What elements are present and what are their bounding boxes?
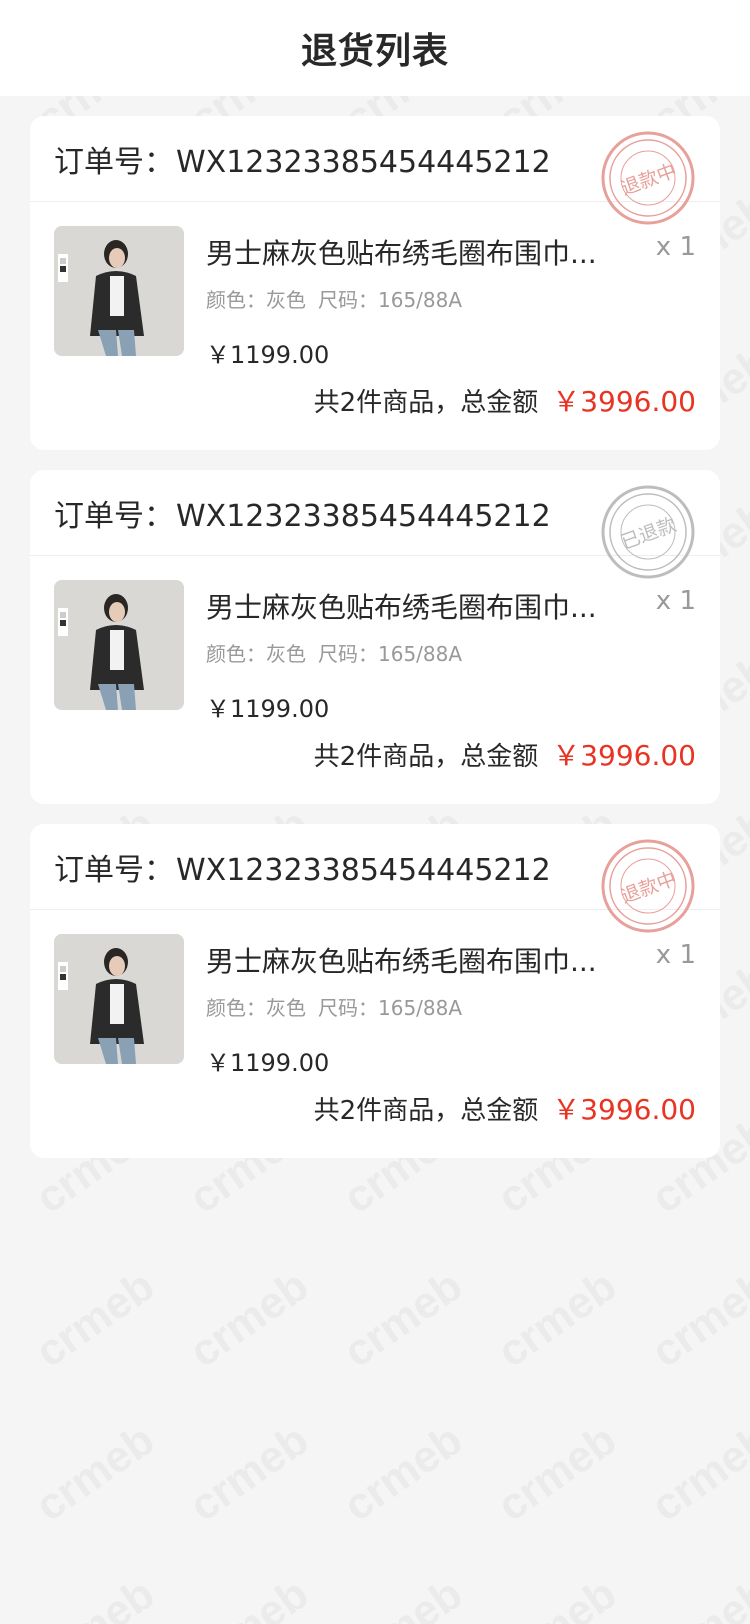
order-number-value: WX12323385454445212	[176, 852, 551, 888]
order-number: 订单号：WX12323385454445212	[54, 137, 551, 181]
total-amount: ￥3996.00	[552, 385, 696, 418]
goods-item[interactable]: 男士麻灰色贴布绣毛圈布围巾... x 1 颜色：灰色 尺码：165/88A ￥11…	[30, 556, 720, 724]
order-summary: 共2件商品，总金额 ￥3996.00	[314, 734, 696, 774]
product-name: 男士麻灰色贴布绣毛圈布围巾...	[206, 945, 596, 978]
product-image	[54, 580, 184, 710]
order-number-value: WX12323385454445212	[176, 498, 551, 534]
product-attributes: 颜色：灰色 尺码：165/88A	[206, 284, 696, 313]
order-card[interactable]: 订单号：WX12323385454445212 退款中 男士麻灰色贴布绣毛圈布围…	[30, 116, 720, 450]
order-number-label: 订单号：	[54, 852, 174, 888]
goods-info: 男士麻灰色贴布绣毛圈布围巾... x 1 颜色：灰色 尺码：165/88A ￥11…	[206, 226, 696, 370]
summary-text: 共2件商品，总金额	[313, 1096, 539, 1126]
refund-status-stamp: 退款中	[601, 131, 695, 225]
page-header: 退货列表	[0, 0, 750, 96]
order-summary: 共2件商品，总金额 ￥3996.00	[314, 380, 696, 420]
product-quantity: x 1	[655, 940, 696, 970]
summary-text: 共2件商品，总金额	[313, 742, 539, 772]
product-price: ￥1199.00	[206, 1049, 330, 1077]
product-size: 尺码：165/88A	[318, 642, 463, 666]
goods-info: 男士麻灰色贴布绣毛圈布围巾... x 1 颜色：灰色 尺码：165/88A ￥11…	[206, 580, 696, 724]
product-color: 颜色：灰色	[206, 642, 306, 666]
order-card[interactable]: 订单号：WX12323385454445212 已退款 男士麻灰色贴布绣毛圈布围…	[30, 470, 720, 804]
order-number-label: 订单号：	[54, 144, 174, 180]
product-image	[54, 934, 184, 1064]
refund-status-stamp: 已退款	[601, 485, 695, 579]
goods-item[interactable]: 男士麻灰色贴布绣毛圈布围巾... x 1 颜色：灰色 尺码：165/88A ￥11…	[30, 202, 720, 370]
total-amount: ￥3996.00	[552, 1093, 696, 1126]
product-color: 颜色：灰色	[206, 996, 306, 1020]
order-card[interactable]: 订单号：WX12323385454445212 退款中 男士麻灰色贴布绣毛圈布围…	[30, 824, 720, 1158]
refund-status-stamp: 退款中	[601, 839, 695, 933]
product-attributes: 颜色：灰色 尺码：165/88A	[206, 992, 696, 1021]
goods-info: 男士麻灰色贴布绣毛圈布围巾... x 1 颜色：灰色 尺码：165/88A ￥11…	[206, 934, 696, 1078]
order-number-value: WX12323385454445212	[176, 144, 551, 180]
product-size: 尺码：165/88A	[318, 288, 463, 312]
order-summary: 共2件商品，总金额 ￥3996.00	[314, 1088, 696, 1128]
product-size: 尺码：165/88A	[318, 996, 463, 1020]
order-number: 订单号：WX12323385454445212	[54, 845, 551, 889]
product-attributes: 颜色：灰色 尺码：165/88A	[206, 638, 696, 667]
product-price: ￥1199.00	[206, 695, 330, 723]
product-image	[54, 226, 184, 356]
summary-text: 共2件商品，总金额	[313, 388, 539, 418]
return-order-list: 订单号：WX12323385454445212 退款中 男士麻灰色贴布绣毛圈布围…	[0, 96, 750, 1158]
page-title: 退货列表	[300, 31, 449, 72]
product-quantity: x 1	[655, 232, 696, 262]
product-quantity: x 1	[655, 586, 696, 616]
total-amount: ￥3996.00	[552, 739, 696, 772]
order-number: 订单号：WX12323385454445212	[54, 491, 551, 535]
product-name: 男士麻灰色贴布绣毛圈布围巾...	[206, 591, 596, 624]
product-price: ￥1199.00	[206, 341, 330, 369]
order-number-label: 订单号：	[54, 498, 174, 534]
goods-item[interactable]: 男士麻灰色贴布绣毛圈布围巾... x 1 颜色：灰色 尺码：165/88A ￥11…	[30, 910, 720, 1078]
product-name: 男士麻灰色贴布绣毛圈布围巾...	[206, 237, 596, 270]
product-color: 颜色：灰色	[206, 288, 306, 312]
